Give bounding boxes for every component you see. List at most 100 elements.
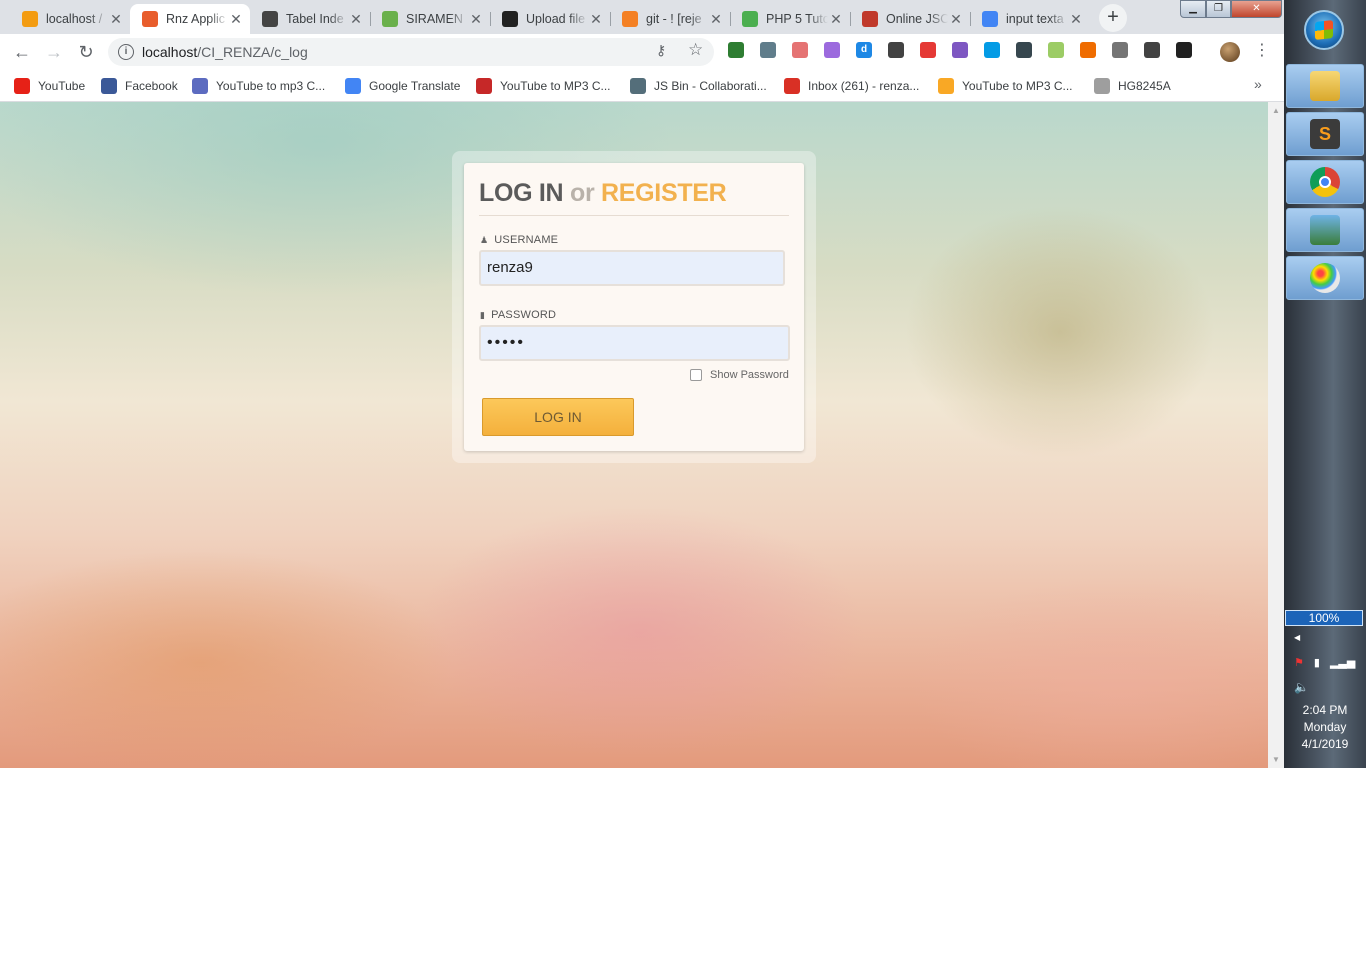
- menu-dots-icon[interactable]: ⋮: [1254, 40, 1270, 60]
- tab-title: Online JSO: [886, 12, 948, 26]
- browser-tab[interactable]: Tabel Inde ✕: [250, 4, 370, 34]
- close-icon[interactable]: ✕: [948, 11, 964, 28]
- browser-tab[interactable]: Upload file ✕: [490, 4, 610, 34]
- close-icon[interactable]: ✕: [348, 11, 364, 28]
- ext-circle-icon[interactable]: [1112, 42, 1128, 58]
- show-password-toggle[interactable]: Show Password: [690, 369, 789, 381]
- avatar[interactable]: [1220, 42, 1240, 62]
- minimize-button[interactable]: ▁: [1180, 0, 1206, 18]
- title-login: LOG IN: [479, 179, 564, 207]
- taskbar-chrome[interactable]: [1286, 160, 1364, 204]
- ext-calendar-icon[interactable]: [792, 42, 808, 58]
- username-input[interactable]: renza9: [479, 250, 785, 286]
- close-icon[interactable]: ✕: [108, 11, 124, 28]
- ext-d-icon[interactable]: d: [856, 42, 872, 58]
- bookmark-item[interactable]: YouTube to mp3 C...: [192, 76, 325, 96]
- show-password-checkbox[interactable]: [690, 369, 702, 381]
- password-input[interactable]: •••••: [479, 325, 790, 361]
- bookmark-item[interactable]: JS Bin - Collaborati...: [630, 76, 767, 96]
- scroll-down-icon[interactable]: ▼: [1272, 755, 1280, 764]
- browser-tab[interactable]: PHP 5 Tuto ✕: [730, 4, 850, 34]
- login-card-frame: LOG IN or REGISTER ♟ USERNAME renza9 ▮ P…: [452, 151, 816, 463]
- folder-icon: [1310, 71, 1340, 101]
- close-icon[interactable]: ✕: [468, 11, 484, 28]
- key-icon[interactable]: ⚷: [656, 42, 666, 59]
- chevron-right-double-icon[interactable]: »: [1254, 76, 1262, 92]
- close-icon[interactable]: ✕: [1068, 11, 1084, 28]
- info-icon[interactable]: i: [118, 44, 134, 60]
- password-label: ▮ PASSWORD: [480, 309, 556, 321]
- bookmark-item[interactable]: YouTube to MP3 C...: [476, 76, 611, 96]
- ext-download-icon[interactable]: [1080, 42, 1096, 58]
- title-register-link[interactable]: REGISTER: [601, 179, 727, 207]
- chrome-icon: [1310, 167, 1340, 197]
- ext-chain-icon[interactable]: [1176, 42, 1192, 58]
- network-flag-icon[interactable]: ⚑: [1294, 656, 1304, 669]
- taskbar-clock[interactable]: 2:04 PM Monday 4/1/2019: [1284, 702, 1366, 753]
- ext-screen-icon[interactable]: [1016, 42, 1032, 58]
- close-icon[interactable]: ✕: [228, 11, 244, 28]
- close-window-button[interactable]: ✕: [1231, 0, 1282, 18]
- bookmark-item[interactable]: YouTube to MP3 C...: [938, 76, 1073, 96]
- bookmark-item[interactable]: Facebook: [101, 76, 178, 96]
- taskbar-paint[interactable]: [1286, 256, 1364, 300]
- ext-recycle-icon[interactable]: [760, 42, 776, 58]
- bookmark-label: YouTube to MP3 C...: [500, 79, 611, 93]
- url-host: localhost: [142, 44, 198, 60]
- page-title: LOG IN or REGISTER: [479, 179, 727, 208]
- browser-tab[interactable]: git - ! [reje ✕: [610, 4, 730, 34]
- password-label-text: PASSWORD: [491, 309, 557, 321]
- bookmark-item[interactable]: Google Translate: [345, 76, 460, 96]
- bookmark-item[interactable]: Inbox (261) - renza...: [784, 76, 919, 96]
- url-text[interactable]: localhost/CI_RENZA/c_log: [142, 44, 308, 60]
- jsbin-icon: [630, 78, 646, 94]
- bookmark-label: Google Translate: [369, 79, 461, 93]
- browser-tab[interactable]: input texta ✕: [970, 4, 1090, 34]
- taskbar-photos[interactable]: [1286, 208, 1364, 252]
- tray-expand-icon[interactable]: ◀: [1294, 633, 1300, 642]
- browser-tab[interactable]: Online JSO ✕: [850, 4, 970, 34]
- reload-icon[interactable]: ↻: [74, 40, 98, 64]
- bookmark-item[interactable]: YouTube: [14, 76, 85, 96]
- bookmark-label: Facebook: [125, 79, 178, 93]
- page-icon: [1094, 78, 1110, 94]
- maximize-button[interactable]: ❐: [1206, 0, 1231, 18]
- browser-tab[interactable]: localhost / ✕: [10, 4, 130, 34]
- extensions-area: d: [728, 42, 1208, 58]
- ext-wave-icon[interactable]: [952, 42, 968, 58]
- ext-opera-icon[interactable]: [920, 42, 936, 58]
- ext-square-icon[interactable]: [984, 42, 1000, 58]
- login-button[interactable]: LOG IN: [482, 398, 634, 436]
- tab-title: Tabel Inde: [286, 12, 344, 26]
- lock-icon: ▮: [480, 309, 486, 320]
- vertical-scrollbar[interactable]: ▲ ▼: [1268, 102, 1284, 768]
- close-icon[interactable]: ✕: [588, 11, 604, 28]
- scroll-up-icon[interactable]: ▲: [1272, 106, 1280, 115]
- battery-indicator[interactable]: 100%: [1285, 610, 1363, 626]
- ext-gem-icon[interactable]: [824, 42, 840, 58]
- back-arrow-icon[interactable]: ←: [10, 40, 34, 64]
- new-tab-button[interactable]: +: [1099, 4, 1127, 32]
- power-icon[interactable]: ▮: [1314, 656, 1320, 669]
- ext-globe-icon[interactable]: [728, 42, 744, 58]
- github-icon: [502, 11, 518, 27]
- start-button[interactable]: [1304, 10, 1344, 50]
- browser-tab[interactable]: SIRAMEN ✕: [370, 4, 490, 34]
- ytmp3-red-icon: [476, 78, 492, 94]
- browser-tab[interactable]: Rnz Applic ✕: [130, 4, 250, 34]
- ext-leaf-icon[interactable]: [1048, 42, 1064, 58]
- clock-date: 4/1/2019: [1301, 737, 1349, 751]
- forward-arrow-icon[interactable]: →: [42, 40, 66, 64]
- taskbar-explorer[interactable]: [1286, 64, 1364, 108]
- volume-icon[interactable]: 🔈: [1294, 680, 1309, 694]
- close-icon[interactable]: ✕: [708, 11, 724, 28]
- ext-arrow-down-icon[interactable]: [1144, 42, 1160, 58]
- close-icon[interactable]: ✕: [828, 11, 844, 28]
- ext-bookmark-icon[interactable]: [888, 42, 904, 58]
- taskbar-sublime[interactable]: S: [1286, 112, 1364, 156]
- star-icon[interactable]: ☆: [688, 40, 703, 60]
- signal-icon[interactable]: ▂▃▅: [1330, 656, 1355, 669]
- ytmp3-yellow-icon: [938, 78, 954, 94]
- address-bar[interactable]: i localhost/CI_RENZA/c_log ⚷ ☆: [108, 38, 714, 66]
- bookmark-item[interactable]: HG8245A: [1094, 76, 1171, 96]
